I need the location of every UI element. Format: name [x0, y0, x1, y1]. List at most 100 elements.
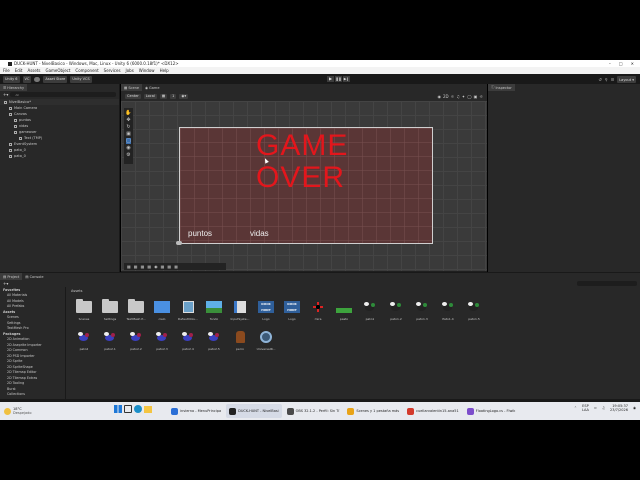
asset-item[interactable]: pato1 [358, 299, 382, 321]
project-tree-item[interactable]: Collections [0, 392, 65, 398]
close-icon[interactable]: ✕ [631, 61, 634, 66]
unity-account-button[interactable]: Unity 6 [3, 75, 20, 83]
asset-item[interactable]: DUCK HUNT Logo [254, 299, 278, 321]
grid-increment[interactable]: 1 [170, 93, 177, 99]
tab-hierarchy[interactable]: ☰ Hierarchy [0, 84, 28, 91]
asset-item[interactable]: pato2.3 [150, 329, 174, 351]
asset-item[interactable]: pato2 [72, 329, 96, 351]
menu-item-window[interactable]: Window [139, 68, 155, 73]
rotate-tool-icon[interactable]: ↻ [126, 124, 130, 130]
asset-item[interactable]: fondo [202, 299, 226, 321]
asset-item[interactable]: DUCK HUNT Logo [280, 299, 304, 321]
hidden-objects-icon[interactable]: ◯ [467, 94, 471, 99]
asset-item[interactable]: pato1.2 [384, 299, 408, 321]
overlay-icon-4[interactable]: ▦ [147, 264, 151, 269]
breadcrumb-assets[interactable]: Assets [71, 289, 82, 293]
taskbar-app[interactable]: invierno - MenuPrincipa [168, 404, 224, 418]
language-indicator[interactable]: ESP LAA [582, 404, 589, 412]
asset-item[interactable]: pato1.3 [410, 299, 434, 321]
pivot-center-dropdown[interactable]: Center [125, 93, 141, 99]
custom-tool-icon[interactable]: ⚙ [126, 152, 130, 158]
shading-icon[interactable]: ◉ [437, 94, 441, 99]
project-add-icon[interactable]: +▾ [3, 281, 8, 286]
add-icon[interactable]: +▾ [3, 92, 8, 97]
pivot-local-dropdown[interactable]: Local [143, 93, 157, 99]
asset-item[interactable]: cielo [150, 299, 174, 321]
asset-item[interactable]: pasto [332, 299, 356, 321]
effects-icon[interactable]: ✦ [462, 94, 465, 99]
taskbar-app[interactable]: cuellarvalentin15-ana51 [404, 404, 462, 418]
asset-item[interactable]: pato1.5 [462, 299, 486, 321]
menu-item-component[interactable]: Component [75, 68, 98, 73]
menu-item-services[interactable]: Services [104, 68, 121, 73]
project-breadcrumb[interactable]: Assets [71, 289, 82, 293]
overlay-icon-6[interactable]: ▦ [161, 264, 165, 269]
tab-game[interactable]: ◉ Game [142, 84, 162, 91]
overlay-icon-2[interactable]: ▦ [134, 264, 138, 269]
vc-button[interactable]: VC [22, 75, 32, 83]
menu-item-jobs[interactable]: Jobs [126, 68, 134, 73]
menu-item-file[interactable]: File [3, 68, 10, 73]
wifi-icon[interactable]: ≈ [594, 406, 597, 410]
menu-item-help[interactable]: Help [160, 68, 169, 73]
menu-item-gameobject[interactable]: GameObject [45, 68, 70, 73]
overlay-icon-3[interactable]: ▦ [141, 264, 145, 269]
unity-vcs-button[interactable]: Unity VCS [70, 75, 92, 83]
camera-icon[interactable]: ▣ [474, 94, 478, 99]
clock[interactable]: 19:05:37 23/7/2026 [610, 404, 628, 412]
menu-item-edit[interactable]: Edit [15, 68, 23, 73]
overlay-icon-1[interactable]: ▦ [127, 264, 131, 269]
file-explorer-icon[interactable] [144, 405, 152, 413]
asset-item[interactable]: InputSyste... [228, 299, 252, 321]
asset-item[interactable]: pato2.2 [124, 329, 148, 351]
rect-tool-icon[interactable]: ▢ [126, 138, 131, 144]
taskbar-app[interactable]: Scenes y 1 pestaña más [344, 404, 402, 418]
asset-item[interactable]: DefaultVolu... [176, 299, 200, 321]
overlay-icon-8[interactable]: ▦ [174, 264, 178, 269]
hand-tool-icon[interactable]: ✋ [125, 110, 131, 116]
gizmos-icon[interactable]: ☼ [479, 94, 483, 99]
asset-item[interactable]: pato2.1 [98, 329, 122, 351]
history-icon[interactable]: ↺ [598, 77, 601, 82]
scale-tool-icon[interactable]: ▣ [126, 131, 131, 137]
tab-scene[interactable]: ▦ Scene [121, 84, 142, 91]
play-button[interactable]: ▶ [327, 76, 334, 82]
tab-console[interactable]: ▤ Console [22, 273, 46, 280]
taskbar-app[interactable]: DUCK-HUNT - NivelBasi [226, 404, 282, 418]
asset-item[interactable]: mira [306, 299, 330, 321]
asset-item[interactable]: Scenes [72, 299, 96, 321]
minimize-icon[interactable]: – [609, 61, 611, 66]
volume-icon[interactable]: ♫ [602, 406, 605, 410]
hierarchy-item[interactable]: pato_0 [0, 153, 119, 159]
taskbar-app[interactable]: FloatingLogo.cs - Flwik [464, 404, 519, 418]
asset-item[interactable]: perro [228, 329, 252, 351]
windows-start-icon[interactable] [114, 405, 122, 413]
canvas-handle[interactable] [176, 241, 182, 245]
menu-item-assets[interactable]: Assets [27, 68, 40, 73]
move-tool-icon[interactable]: ✥ [126, 117, 130, 123]
asset-item[interactable]: pato2.4 [176, 329, 200, 351]
task-view-icon[interactable] [124, 405, 132, 413]
asset-item[interactable]: pato2.5 [202, 329, 226, 351]
audio-icon[interactable]: ♫ [456, 94, 460, 99]
asset-store-button[interactable]: Asset Store [43, 75, 68, 83]
render-mode-dropdown[interactable]: ◉▾ [179, 93, 189, 99]
hierarchy-search-input[interactable]: All [10, 92, 116, 97]
asset-item[interactable]: TextMesh P... [124, 299, 148, 321]
overlay-icon-7[interactable]: ▦ [167, 264, 171, 269]
overlay-icon-5[interactable]: ◉ [154, 264, 158, 269]
asset-item[interactable]: Settings [98, 299, 122, 321]
layout-dropdown[interactable]: Layout ▾ [617, 76, 636, 83]
lighting-icon[interactable]: ☼ [451, 94, 455, 99]
project-search-input[interactable] [577, 281, 637, 286]
canvas-rect[interactable]: GAME OVER puntos vidas [179, 127, 433, 244]
tab-inspector[interactable]: ⓘ Inspector [488, 84, 515, 91]
maximize-icon[interactable]: □ [619, 61, 623, 66]
cloud-icon[interactable] [34, 76, 41, 82]
step-button[interactable]: ▶❙ [343, 76, 350, 82]
asset-item[interactable]: Pato1.4 [436, 299, 460, 321]
weather-widget[interactable]: 18°C Despejado [0, 407, 32, 415]
pause-button[interactable]: ❚❚ [335, 76, 342, 82]
taskbar-app[interactable]: OBS 32.1.2 - Perfil: Sin Tí [284, 404, 343, 418]
search-icon[interactable]: ⚲ [605, 77, 608, 82]
